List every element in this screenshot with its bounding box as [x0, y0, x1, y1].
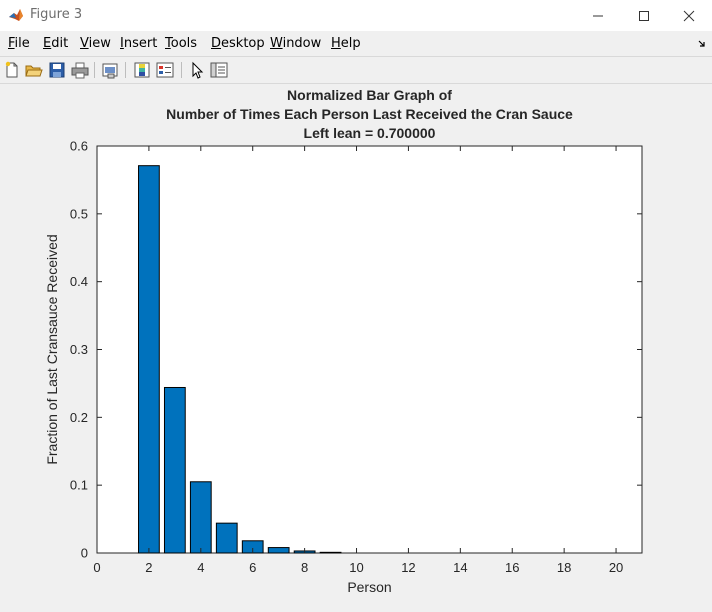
- chart-title-line-1: Normalized Bar Graph of: [287, 87, 452, 103]
- window-titlebar: Figure 3: [0, 0, 712, 31]
- insert-legend-button[interactable]: [155, 60, 175, 80]
- menu-help[interactable]: Help: [331, 36, 361, 51]
- x-tick-label: 20: [609, 560, 623, 575]
- menu-bar: File Edit View Insert Tools Desktop Wind…: [0, 33, 712, 55]
- y-tick-label: 0.6: [70, 139, 88, 154]
- x-tick-label: 18: [557, 560, 571, 575]
- menu-edit[interactable]: Edit: [43, 36, 68, 51]
- save-icon: [49, 62, 65, 78]
- x-tick-label: 4: [197, 560, 204, 575]
- y-tick-label: 0.4: [70, 274, 88, 289]
- property-inspector-button[interactable]: [209, 60, 229, 80]
- maximize-icon: [639, 11, 649, 21]
- menu-insert[interactable]: Insert: [120, 36, 157, 51]
- x-tick-label: 12: [401, 560, 415, 575]
- bar: [163, 386, 186, 554]
- x-tick-label: 16: [505, 560, 519, 575]
- toolbar-separator: [125, 62, 126, 78]
- bar: [189, 481, 212, 554]
- x-tick-label: 6: [249, 560, 256, 575]
- y-tick-label: 0.1: [70, 478, 88, 493]
- toolbar-separator: [181, 62, 182, 78]
- close-button[interactable]: [666, 0, 712, 31]
- x-axis-label: Person: [347, 579, 391, 595]
- new-figure-button[interactable]: [2, 60, 22, 80]
- chart-title-line-3: Left lean = 0.700000: [304, 125, 436, 141]
- window-title: Figure 3: [30, 7, 83, 22]
- x-tick-label: 0: [93, 560, 100, 575]
- y-axis-label: Fraction of Last Cransauce Received: [44, 234, 60, 464]
- y-tick-label: 0.3: [70, 342, 88, 357]
- edit-plot-icon: [192, 61, 204, 79]
- bar: [215, 522, 238, 554]
- menu-window[interactable]: Window: [270, 36, 321, 51]
- menu-desktop[interactable]: Desktop: [211, 36, 265, 51]
- new-figure-icon: [5, 61, 18, 78]
- print-button[interactable]: [70, 60, 90, 80]
- save-button[interactable]: [47, 60, 67, 80]
- close-icon: [683, 10, 695, 22]
- toolbar-separator: [94, 62, 95, 78]
- y-tick-label: 0.5: [70, 206, 88, 221]
- property-inspector-icon: [210, 62, 228, 78]
- insert-colorbar-icon: [134, 62, 150, 78]
- x-tick-label: 10: [349, 560, 363, 575]
- matlab-logo-icon: [8, 7, 24, 23]
- chart-title-line-2: Number of Times Each Person Last Receive…: [166, 106, 573, 122]
- bar: [267, 547, 290, 554]
- y-tick-label: 0.2: [70, 410, 88, 425]
- x-tick-label: 14: [453, 560, 467, 575]
- bar-chart: Normalized Bar Graph of Number of Times …: [0, 84, 712, 612]
- print-icon: [71, 62, 89, 79]
- link-plot-button[interactable]: [100, 60, 120, 80]
- open-file-button[interactable]: [24, 60, 44, 80]
- x-tick-label: 2: [145, 560, 152, 575]
- dock-arrow-icon[interactable]: [698, 40, 706, 48]
- minimize-button[interactable]: [575, 0, 621, 31]
- menu-tools[interactable]: Tools: [165, 36, 197, 51]
- minimize-icon: [593, 15, 603, 17]
- maximize-button[interactable]: [621, 0, 667, 31]
- open-file-icon: [25, 65, 43, 77]
- insert-legend-icon: [156, 62, 174, 78]
- edit-plot-button[interactable]: [187, 60, 207, 80]
- toolbar: [0, 57, 712, 82]
- bar: [319, 551, 342, 554]
- link-plot-icon: [102, 63, 118, 79]
- bar: [138, 165, 160, 554]
- insert-colorbar-button[interactable]: [132, 60, 152, 80]
- x-tick-label: 8: [301, 560, 308, 575]
- menu-file[interactable]: File: [8, 36, 30, 51]
- y-tick-label: 0: [81, 546, 88, 561]
- menu-view[interactable]: View: [80, 36, 111, 51]
